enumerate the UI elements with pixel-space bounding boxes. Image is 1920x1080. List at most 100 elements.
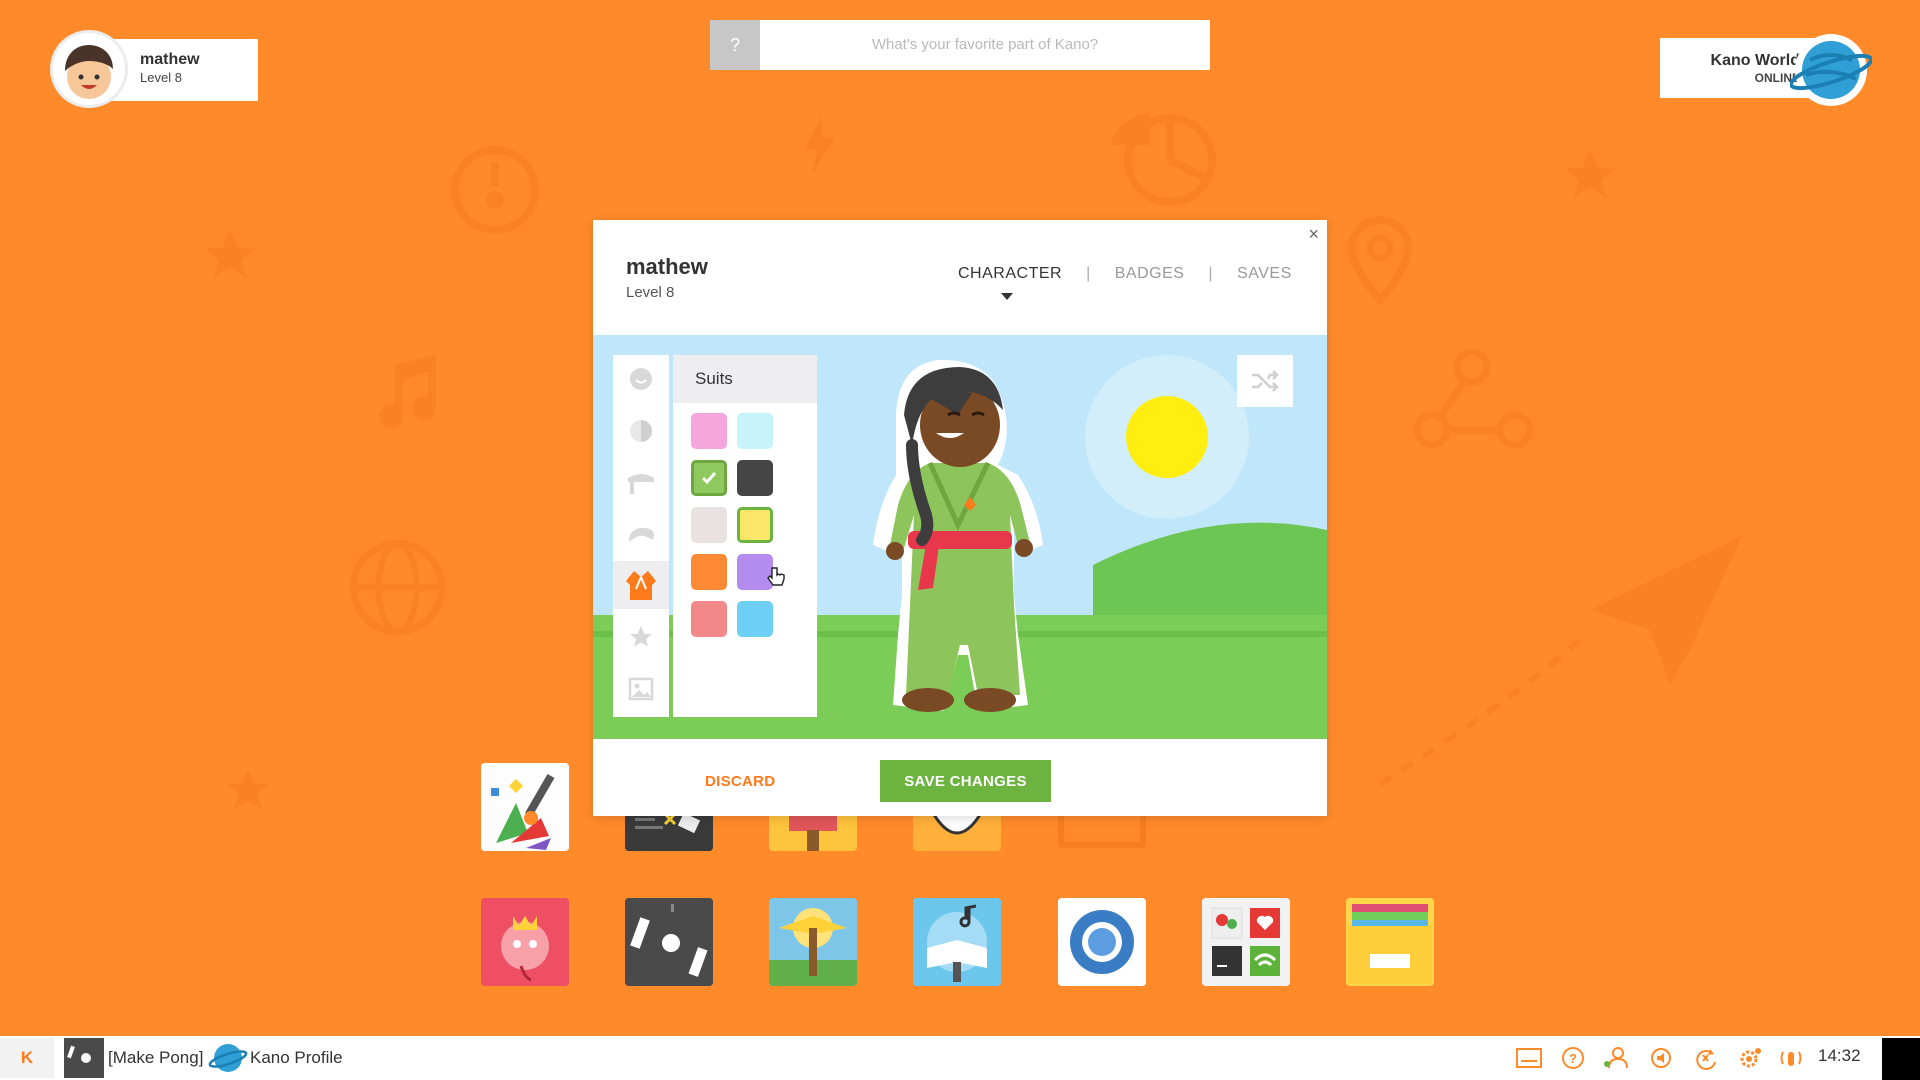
user-name: mathew (140, 51, 200, 68)
taskbar: K [Make Pong] Kano Profile ? 14:32 (0, 1036, 1920, 1080)
signal-icon (1780, 1051, 1802, 1066)
svg-text:?: ? (1569, 1051, 1577, 1066)
app-tile-files[interactable] (1346, 898, 1434, 986)
pie-chart-icon (1110, 113, 1216, 205)
tray-keyboard[interactable] (1516, 1046, 1542, 1070)
folder-icon (1346, 898, 1434, 986)
star-icon (227, 769, 269, 809)
globe-icon (349, 539, 446, 636)
avatar[interactable] (50, 30, 128, 108)
color-swatch[interactable] (691, 554, 727, 590)
system-monitor (1882, 1038, 1920, 1080)
app-tile-chromium[interactable] (1058, 898, 1146, 986)
refresh-icon (1696, 1049, 1716, 1070)
tray-help[interactable]: ? (1560, 1046, 1586, 1070)
category-background[interactable] (613, 665, 669, 713)
lightning-icon (805, 115, 835, 175)
category-badges[interactable] (613, 613, 669, 661)
clock-icon (451, 146, 539, 234)
character-avatar (873, 359, 1043, 712)
color-swatch[interactable] (737, 507, 773, 543)
dialog-user-name: mathew (626, 254, 708, 279)
app-tile-paint[interactable] (481, 763, 569, 851)
suits-palette: Suits (673, 355, 817, 717)
category-hat[interactable] (613, 511, 669, 559)
help-button[interactable]: ? (710, 20, 760, 70)
color-swatch[interactable] (737, 460, 773, 496)
pong-icon (64, 1038, 104, 1078)
color-swatch[interactable] (691, 413, 727, 449)
tray-profile[interactable] (1603, 1046, 1629, 1070)
tab-separator: | (1208, 265, 1214, 282)
profile-dialog: × mathew Level 8 CHARACTER | BADGES | SAVES … (593, 220, 1327, 816)
tray-update[interactable] (1693, 1046, 1719, 1070)
music-icon (913, 898, 1001, 986)
star-icon (1565, 150, 1615, 198)
snake-icon (481, 898, 569, 986)
tab-saves[interactable]: SAVES (1237, 265, 1292, 283)
hand-cursor-icon (767, 567, 785, 586)
task-kano-profile[interactable]: Kano Profile (208, 1036, 343, 1080)
category-sidebar (613, 355, 669, 717)
start-button[interactable]: K (0, 1038, 54, 1078)
user-level: Level 8 (140, 70, 182, 85)
suit-icon (626, 571, 656, 600)
tab-badges[interactable]: BADGES (1115, 265, 1185, 283)
task-label: Kano Profile (250, 1048, 343, 1067)
planet-icon (1790, 34, 1872, 106)
hair-icon (628, 474, 654, 494)
pong-icon (625, 898, 713, 986)
chromium-icon (1058, 898, 1146, 986)
color-swatch[interactable] (691, 601, 727, 637)
star-icon (630, 626, 652, 647)
color-swatch[interactable] (737, 601, 773, 637)
active-tab-indicator (1001, 293, 1013, 300)
kano-world-title: Kano World (1710, 52, 1800, 69)
close-icon[interactable]: × (1308, 224, 1319, 245)
palette-header: Suits (673, 355, 817, 403)
discard-button[interactable]: DISCARD (699, 772, 781, 791)
app-tile-minecraft[interactable] (769, 898, 857, 986)
color-swatch[interactable] (691, 507, 727, 543)
face-icon (630, 368, 652, 390)
person-icon (1604, 1047, 1628, 1069)
gear-icon (1740, 1048, 1761, 1068)
color-swatch[interactable] (737, 413, 773, 449)
category-hair[interactable] (613, 459, 669, 507)
keyboard-icon (1516, 1048, 1542, 1068)
task-make-pong[interactable]: [Make Pong] (64, 1036, 203, 1080)
volume-icon (1651, 1048, 1671, 1068)
tab-separator: | (1086, 265, 1091, 282)
app-tile-music[interactable] (913, 898, 1001, 986)
star-icon (205, 230, 255, 278)
search-input[interactable]: What's your favorite part of Kano? (760, 20, 1210, 70)
tray-network[interactable] (1778, 1046, 1804, 1070)
help-icon: ? (1562, 1047, 1584, 1069)
app-tile-snake[interactable] (481, 898, 569, 986)
tray-settings[interactable] (1737, 1046, 1763, 1070)
app-tile-pong[interactable] (625, 898, 713, 986)
save-changes-button[interactable]: SAVE CHANGES (880, 760, 1051, 802)
task-label: [Make Pong] (108, 1048, 204, 1067)
dialog-user-level: Level 8 (626, 284, 675, 301)
user-profile-card[interactable]: mathew Level 8 (50, 30, 258, 108)
category-face[interactable] (613, 355, 669, 403)
skin-tone-icon (630, 420, 652, 442)
paint-icon (481, 763, 569, 851)
minecraft-icon (769, 898, 857, 986)
app-tile-settings[interactable] (1202, 898, 1290, 986)
search-bar[interactable]: ? What's your favorite part of Kano? (710, 20, 1210, 70)
clock: 14:32 (1818, 1046, 1861, 1065)
tray-speaker[interactable] (1648, 1046, 1674, 1070)
avatar-face-icon (53, 33, 125, 105)
color-swatch[interactable] (691, 460, 727, 496)
randomize-button[interactable] (1237, 355, 1293, 407)
category-suits[interactable] (613, 561, 669, 609)
kano-world-widget[interactable]: Kano World ONLINE (1660, 30, 1872, 110)
hat-icon (629, 528, 654, 542)
share-icon (1413, 348, 1534, 449)
tab-character[interactable]: CHARACTER (958, 265, 1062, 283)
planet-icon (208, 1044, 248, 1072)
category-skin[interactable] (613, 407, 669, 455)
location-pin-icon (1347, 215, 1413, 305)
